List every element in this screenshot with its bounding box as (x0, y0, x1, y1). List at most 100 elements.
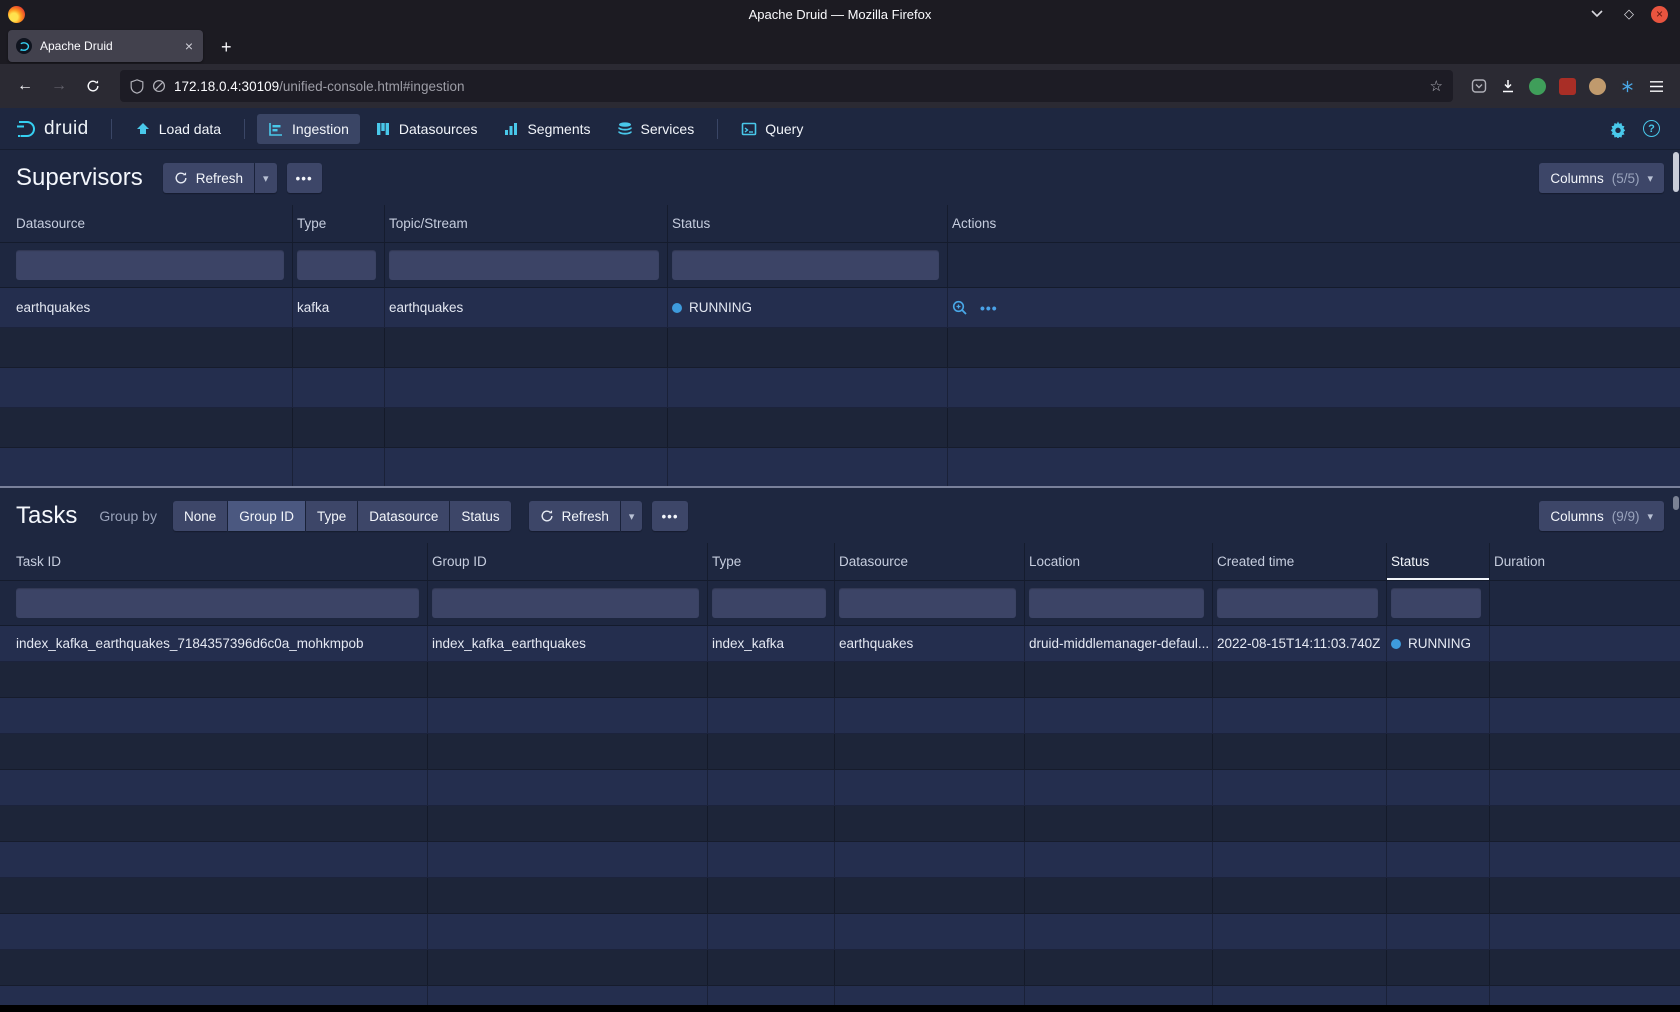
group-by-none-button[interactable]: None (173, 501, 227, 531)
supervisors-filter-status-input[interactable] (672, 250, 939, 280)
column-header-duration[interactable]: Duration (1490, 543, 1680, 580)
bookmark-star-icon[interactable]: ☆ (1430, 77, 1443, 95)
tasks-filter-type-input[interactable] (712, 588, 826, 618)
nav-item-label: Services (641, 121, 695, 137)
nav-item-segments[interactable]: Segments (492, 114, 601, 144)
menu-icon[interactable] (1649, 80, 1664, 93)
status-label: RUNNING (689, 300, 752, 315)
supervisor-row[interactable]: earthquakes kafka earthquakes RUNNING ••… (0, 288, 1680, 328)
supervisors-columns-button[interactable]: Columns (5/5) ▾ (1539, 163, 1664, 193)
window-controls: ◇ × (1591, 6, 1680, 23)
table-cell-empty (1490, 698, 1680, 733)
tasks-filter-group-id-input[interactable] (432, 588, 699, 618)
connection-permissions-icon[interactable] (152, 79, 166, 93)
column-header-datasource[interactable]: Datasource (835, 543, 1025, 580)
scrollbar-thumb[interactable] (1673, 152, 1679, 192)
downloads-icon[interactable] (1500, 78, 1516, 94)
refresh-icon (540, 509, 554, 523)
column-header-created-time[interactable]: Created time (1213, 543, 1387, 580)
refresh-label: Refresh (196, 171, 243, 186)
supervisors-refresh-caret-button[interactable]: ▾ (255, 163, 277, 193)
pocket-icon[interactable] (1471, 78, 1487, 94)
supervisors-filter-topic-input[interactable] (389, 250, 659, 280)
chevron-down-icon: ▾ (1647, 510, 1653, 523)
tasks-filter-task-id-input[interactable] (16, 588, 419, 618)
table-cell-empty (708, 842, 835, 877)
column-header-task-id[interactable]: Task ID (0, 543, 428, 580)
nav-item-load-data[interactable]: Load data (124, 114, 232, 144)
nav-item-query[interactable]: Query (730, 114, 814, 144)
nav-item-services[interactable]: Services (606, 114, 706, 144)
table-cell-empty (835, 770, 1025, 805)
filter-cell (293, 243, 385, 287)
tasks-filter-location-input[interactable] (1029, 588, 1204, 618)
extension-snowflake-icon[interactable] (1619, 78, 1636, 95)
table-cell-empty (0, 986, 428, 1005)
column-header-type[interactable]: Type (708, 543, 835, 580)
chevron-down-icon: ▾ (629, 510, 635, 523)
new-tab-button[interactable]: + (213, 37, 240, 58)
browser-tab[interactable]: Apache Druid × (8, 30, 203, 62)
supervisors-refresh-button[interactable]: Refresh (163, 163, 254, 193)
tasks-section: Tasks Group by None Group ID Type Dataso… (0, 488, 1680, 1005)
group-by-datasource-button[interactable]: Datasource (358, 501, 449, 531)
task-row[interactable]: index_kafka_earthquakes_7184357396d6c0a_… (0, 626, 1680, 662)
table-cell-empty (1490, 770, 1680, 805)
window-minimize-icon[interactable] (1591, 10, 1607, 18)
column-header-status[interactable]: Status (668, 205, 948, 242)
column-header-actions[interactable]: Actions (948, 205, 1680, 242)
window-maximize-icon[interactable]: ◇ (1621, 6, 1637, 22)
column-header-status[interactable]: Status (1387, 543, 1490, 580)
extension-green-icon[interactable] (1529, 78, 1546, 95)
tab-close-icon[interactable]: × (183, 38, 195, 54)
column-header-location[interactable]: Location (1025, 543, 1213, 580)
reload-button[interactable] (78, 71, 108, 101)
table-cell-empty (0, 328, 293, 367)
column-header-topic-stream[interactable]: Topic/Stream (385, 205, 668, 242)
back-button[interactable]: ← (10, 71, 40, 101)
row-more-actions-icon[interactable]: ••• (980, 300, 998, 316)
magnify-detail-icon[interactable] (952, 300, 968, 316)
tab-bar: Apache Druid × + (0, 28, 1680, 64)
table-cell-empty (1025, 878, 1213, 913)
supervisors-filter-datasource-input[interactable] (16, 250, 284, 280)
supervisors-more-button[interactable]: ••• (287, 163, 322, 193)
window-close-icon[interactable]: × (1651, 6, 1668, 23)
column-header-type[interactable]: Type (293, 205, 385, 242)
table-row-empty (0, 914, 1680, 950)
table-cell-empty (1387, 662, 1490, 697)
column-header-datasource[interactable]: Datasource (0, 205, 293, 242)
group-by-group-id-button[interactable]: Group ID (228, 501, 305, 531)
tracking-protection-shield-icon[interactable] (130, 79, 144, 94)
table-cell-empty (1490, 914, 1680, 949)
table-cell-empty (293, 448, 385, 486)
button-label: Status (461, 509, 499, 524)
tasks-refresh-button[interactable]: Refresh (529, 501, 620, 531)
tasks-columns-button[interactable]: Columns (9/9) ▾ (1539, 501, 1664, 531)
gear-icon[interactable] (1609, 120, 1627, 138)
table-row-empty (0, 878, 1680, 914)
druid-logo[interactable]: druid (14, 117, 89, 141)
column-header-group-id[interactable]: Group ID (428, 543, 708, 580)
table-cell-empty (428, 806, 708, 841)
group-by-status-button[interactable]: Status (450, 501, 510, 531)
table-cell-empty (1025, 770, 1213, 805)
tasks-filter-status-input[interactable] (1391, 588, 1481, 618)
tasks-filter-datasource-input[interactable] (839, 588, 1016, 618)
forward-button[interactable]: → (44, 71, 74, 101)
tasks-filter-created-time-input[interactable] (1217, 588, 1378, 618)
ublock-origin-icon[interactable] (1559, 78, 1576, 95)
table-cell-empty (0, 914, 428, 949)
url-bar[interactable]: 172.18.0.4:30109/unified-console.html#in… (120, 70, 1453, 102)
supervisors-filter-type-input[interactable] (297, 250, 376, 280)
cell-location: druid-middlemanager-defaul... (1025, 626, 1213, 661)
group-by-type-button[interactable]: Type (306, 501, 357, 531)
extension-monkey-icon[interactable] (1589, 78, 1606, 95)
tasks-refresh-caret-button[interactable]: ▾ (621, 501, 643, 531)
nav-item-datasources[interactable]: Datasources (364, 114, 489, 144)
nav-item-ingestion[interactable]: Ingestion (257, 114, 360, 144)
scrollbar-thumb[interactable] (1673, 496, 1679, 510)
help-icon[interactable]: ? (1643, 120, 1660, 137)
nav-separator (717, 119, 718, 139)
tasks-more-button[interactable]: ••• (652, 501, 687, 531)
